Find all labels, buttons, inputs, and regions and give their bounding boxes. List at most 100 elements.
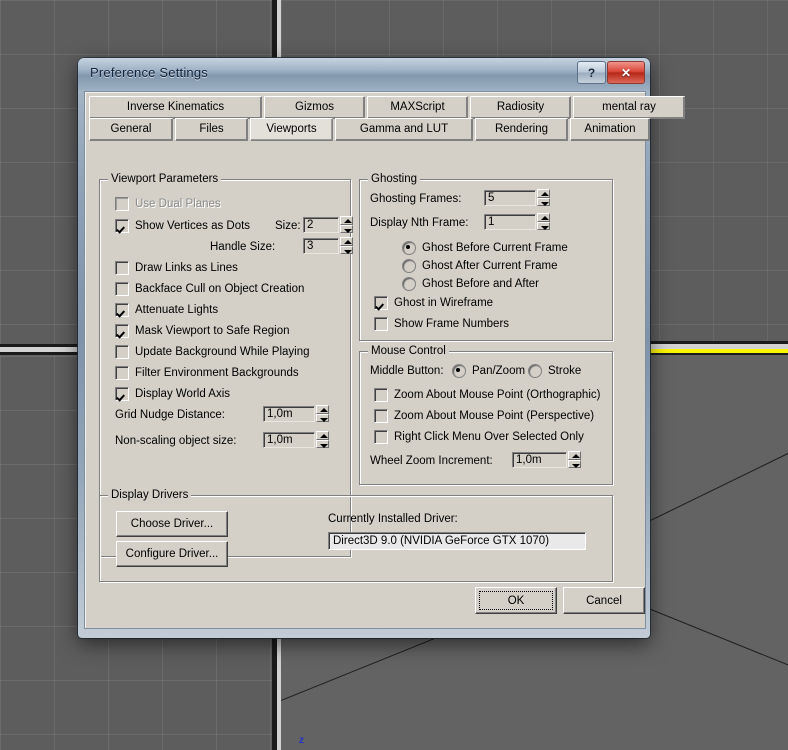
checkbox-backface-cull-on-object-creation[interactable]: Backface Cull on Object Creation xyxy=(115,281,304,297)
spinner-up-icon[interactable] xyxy=(316,405,329,414)
tab-inverse-kinematics[interactable]: Inverse Kinematics xyxy=(89,96,262,119)
spinner-vertex-size[interactable] xyxy=(340,216,353,233)
choose-driver-button[interactable]: Choose Driver... xyxy=(116,511,228,537)
spinner-down-icon[interactable] xyxy=(340,224,353,233)
checkbox-box[interactable] xyxy=(115,303,129,317)
checkbox-mask-viewport-to-safe-region[interactable]: Mask Viewport to Safe Region xyxy=(115,323,289,339)
checkbox-label: Mask Viewport to Safe Region xyxy=(135,325,290,337)
checkbox-box[interactable] xyxy=(115,366,129,380)
configure-driver-button[interactable]: Configure Driver... xyxy=(116,541,228,567)
spinner-up-icon[interactable] xyxy=(340,216,353,225)
input-grid-nudge-distance[interactable]: 1,0m xyxy=(263,406,315,422)
checkbox-box[interactable] xyxy=(115,197,129,211)
input-display-nth-frame[interactable]: 1 xyxy=(484,214,536,230)
spinner-grid-nudge-distance[interactable] xyxy=(316,405,329,422)
spinner-up-icon[interactable] xyxy=(340,237,353,246)
checkbox-box[interactable] xyxy=(374,430,388,444)
checkbox-label: Zoom About Mouse Point (Orthographic) xyxy=(394,389,601,401)
tab-files[interactable]: Files xyxy=(175,118,248,141)
radio-pan-zoom[interactable]: Pan/Zoom xyxy=(452,363,525,379)
checkbox-draw-links-as-lines[interactable]: Draw Links as Lines xyxy=(115,260,238,276)
tab-rendering[interactable]: Rendering xyxy=(475,118,568,141)
radio-stroke[interactable]: Stroke xyxy=(528,363,581,379)
checkbox-right-click-menu-over-selected-only[interactable]: Right Click Menu Over Selected Only xyxy=(374,429,584,445)
checkbox-ghost-in-wireframe[interactable]: Ghost in Wireframe xyxy=(374,295,493,311)
label-non-scaling-object-size: Non-scaling object size: xyxy=(115,435,237,447)
spinner-ghosting-frames[interactable] xyxy=(537,189,550,206)
checkbox-update-background-while-playing[interactable]: Update Background While Playing xyxy=(115,344,310,360)
checkbox-zoom-about-mouse-point-perspective[interactable]: Zoom About Mouse Point (Perspective) xyxy=(374,408,594,424)
spinner-up-icon[interactable] xyxy=(568,451,581,460)
checkbox-box[interactable] xyxy=(115,345,129,359)
spinner-up-icon[interactable] xyxy=(537,189,550,198)
checkbox-label: Show Vertices as Dots xyxy=(135,220,251,232)
checkbox-box[interactable] xyxy=(115,324,129,338)
spinner-display-nth-frame[interactable] xyxy=(537,213,550,230)
checkbox-label: Update Background While Playing xyxy=(135,346,310,358)
checkbox-box[interactable] xyxy=(374,296,388,310)
title-bar[interactable]: Preference Settings ? ✕ xyxy=(78,58,650,90)
group-title-ghosting: Ghosting xyxy=(368,173,421,185)
radio-label: Ghost After Current Frame xyxy=(422,260,558,272)
input-wheel-zoom-increment[interactable]: 1,0m xyxy=(512,452,567,468)
checkbox-attenuate-lights[interactable]: Attenuate Lights xyxy=(115,302,218,318)
label-middle-button: Middle Button: xyxy=(370,365,444,377)
input-ghosting-frames[interactable]: 5 xyxy=(484,190,536,206)
radio-ghost-before-current-frame[interactable]: Ghost Before Current Frame xyxy=(402,240,568,256)
label-currently-installed-driver: Currently Installed Driver: xyxy=(328,513,458,525)
checkbox-filter-environment-backgrounds[interactable]: Filter Environment Backgrounds xyxy=(115,365,299,381)
ok-button[interactable]: OK xyxy=(475,587,557,614)
checkbox-zoom-about-mouse-point-orthographic[interactable]: Zoom About Mouse Point (Orthographic) xyxy=(374,387,600,403)
input-handle-size[interactable]: 3 xyxy=(303,238,339,254)
checkbox-box[interactable] xyxy=(374,388,388,402)
spinner-down-icon[interactable] xyxy=(568,459,581,468)
tab-maxscript[interactable]: MAXScript xyxy=(367,96,468,119)
spinner-down-icon[interactable] xyxy=(537,197,550,206)
checkbox-use-dual-planes[interactable]: Use Dual Planes xyxy=(115,196,221,212)
tab-radiosity[interactable]: Radiosity xyxy=(470,96,571,119)
checkbox-label: Right Click Menu Over Selected Only xyxy=(394,431,584,443)
checkbox-box[interactable] xyxy=(115,387,129,401)
spinner-wheel-zoom-increment[interactable] xyxy=(568,451,581,468)
radio-dot[interactable] xyxy=(402,259,416,273)
spinner-down-icon[interactable] xyxy=(316,413,329,422)
cancel-button[interactable]: Cancel xyxy=(563,587,645,614)
tab-gizmos[interactable]: Gizmos xyxy=(264,96,365,119)
checkbox-display-world-axis[interactable]: Display World Axis xyxy=(115,386,230,402)
spinner-up-icon[interactable] xyxy=(537,213,550,222)
spinner-down-icon[interactable] xyxy=(537,221,550,230)
group-title-mouse-control: Mouse Control xyxy=(368,345,449,357)
tab-general[interactable]: General xyxy=(89,118,173,141)
checkbox-show-vertices-as-dots[interactable]: Show Vertices as Dots xyxy=(115,218,250,234)
radio-ghost-after-current-frame[interactable]: Ghost After Current Frame xyxy=(402,258,558,274)
spinner-up-icon[interactable] xyxy=(316,431,329,440)
tab-animation[interactable]: Animation xyxy=(570,118,650,141)
close-icon[interactable]: ✕ xyxy=(607,61,645,84)
radio-ghost-before-and-after[interactable]: Ghost Before and After xyxy=(402,276,539,292)
input-non-scaling-object-size[interactable]: 1,0m xyxy=(263,432,315,448)
radio-label: Ghost Before and After xyxy=(422,278,539,290)
radio-dot[interactable] xyxy=(452,364,466,378)
input-vertex-size[interactable]: 2 xyxy=(303,217,339,233)
tab-gamma-and-lut[interactable]: Gamma and LUT xyxy=(335,118,473,141)
spinner-down-icon[interactable] xyxy=(340,245,353,254)
radio-dot[interactable] xyxy=(402,241,416,255)
checkbox-label: Ghost in Wireframe xyxy=(394,297,494,309)
tab-viewports[interactable]: Viewports xyxy=(250,118,333,141)
checkbox-label: Show Frame Numbers xyxy=(394,318,510,330)
checkbox-box[interactable] xyxy=(115,219,129,233)
spinner-non-scaling-object-size[interactable] xyxy=(316,431,329,448)
group-mouse-control: Mouse Control Middle Button: Pan/Zoom St… xyxy=(359,345,613,485)
checkbox-box[interactable] xyxy=(115,261,129,275)
tab-mental-ray[interactable]: mental ray xyxy=(573,96,685,119)
checkbox-box[interactable] xyxy=(374,409,388,423)
radio-dot[interactable] xyxy=(528,364,542,378)
spinner-handle-size[interactable] xyxy=(340,237,353,254)
spinner-down-icon[interactable] xyxy=(316,439,329,448)
checkbox-show-frame-numbers[interactable]: Show Frame Numbers xyxy=(374,316,509,332)
help-button[interactable]: ? xyxy=(577,61,606,84)
checkbox-label: Use Dual Planes xyxy=(135,198,221,210)
checkbox-box[interactable] xyxy=(115,282,129,296)
radio-dot[interactable] xyxy=(402,277,416,291)
checkbox-box[interactable] xyxy=(374,317,388,331)
